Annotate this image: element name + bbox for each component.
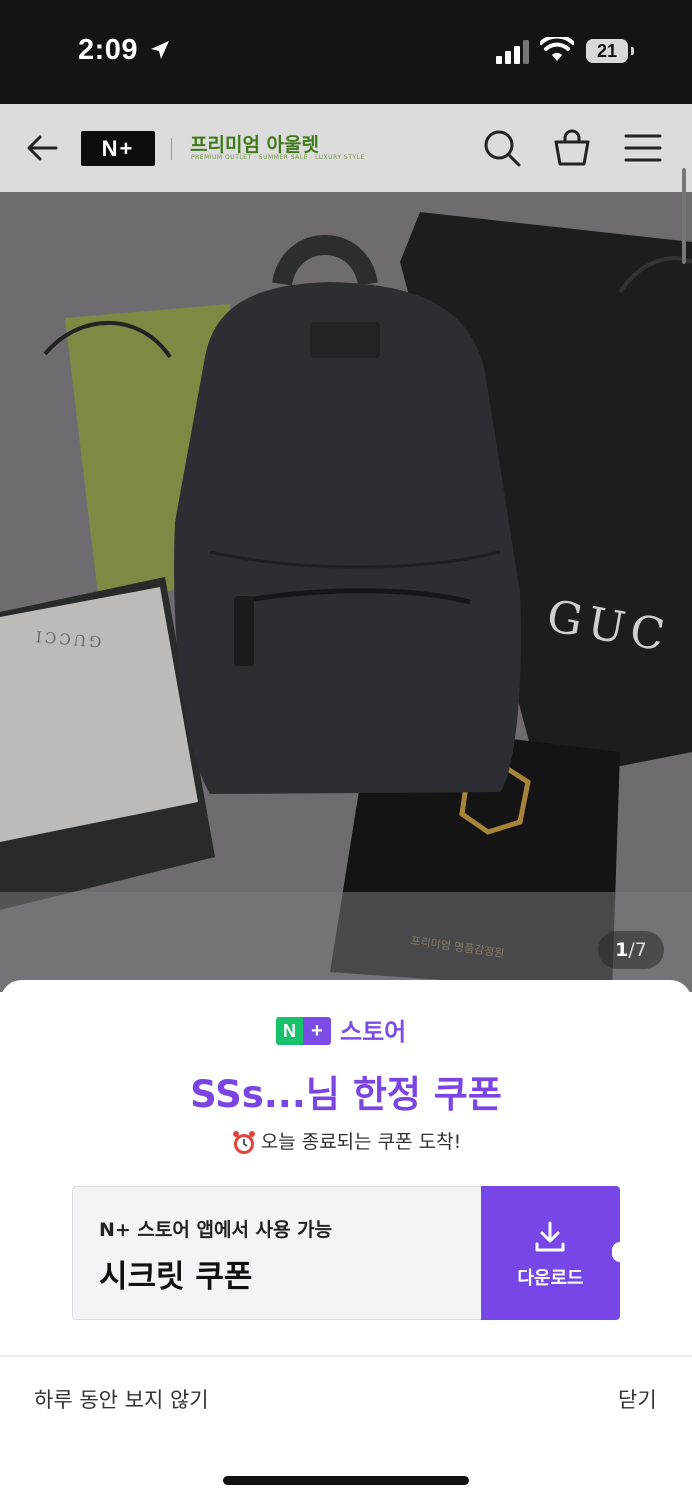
battery-tip [631,47,634,55]
status-bar: 2:09 21 [0,0,692,104]
shopping-bag-icon[interactable] [552,128,592,168]
badge-n: N [276,1017,303,1045]
product-image[interactable]: GUC GUCCI 프리미엄 명품감정원 [0,192,692,992]
dont-show-today-button[interactable]: 하루 동안 보지 않기 [34,1384,209,1414]
product-photo-illustration: GUC GUCCI 프리미엄 명품감정원 [0,192,692,992]
coupon-title: SSs...님 한정 쿠폰 [190,1073,502,1116]
page-scrollbar[interactable] [682,168,686,264]
brand-subtitle: PREMIUM OUTLET · SUMMER SALE · LUXURY ST… [191,154,365,161]
coupon-notch [612,1242,628,1262]
search-icon[interactable] [482,128,522,168]
alarm-clock-icon [232,1130,255,1154]
wifi-icon [540,37,574,61]
coupon-subtitle: 오늘 종료되는 쿠폰 도착! [260,1131,462,1153]
battery-indicator: 21 [586,39,628,63]
coupon-subtitle-line: 오늘 종료되는 쿠폰 도착! [0,1127,692,1156]
secret-coupon-card[interactable]: N+ 스토어 앱에서 사용 가능 시크릿 쿠폰 다운로드 [72,1186,620,1320]
menu-icon[interactable] [624,128,662,168]
badge-plus: + [303,1017,331,1045]
close-button[interactable]: 닫기 [618,1384,657,1414]
download-button[interactable]: 다운로드 [481,1186,620,1320]
coupon-name: 시크릿 쿠폰 [99,1259,253,1295]
pager-current: 1 [615,939,629,961]
coupon-info: N+ 스토어 앱에서 사용 가능 시크릿 쿠폰 [72,1186,482,1320]
nplus-logo[interactable]: N+ [81,131,155,166]
download-label: 다운로드 [517,1268,584,1289]
header-divider [171,138,172,160]
location-arrow-icon [151,41,169,59]
back-arrow-icon[interactable] [24,128,60,168]
store-label: 스토어 [340,1018,407,1046]
brand-name[interactable]: 프리미엄 아울렛 [190,130,319,157]
status-time: 2:09 [78,34,139,66]
nplus-store-badge: N + [276,1017,331,1045]
image-pager: 1/7 [598,931,664,969]
cellular-signal-icon [496,40,529,64]
pager-total: /7 [628,939,647,961]
popup-footer-divider [0,1355,692,1357]
home-indicator[interactable] [223,1476,469,1485]
download-icon [535,1221,565,1252]
coupon-caption: N+ 스토어 앱에서 사용 가능 [99,1219,333,1241]
